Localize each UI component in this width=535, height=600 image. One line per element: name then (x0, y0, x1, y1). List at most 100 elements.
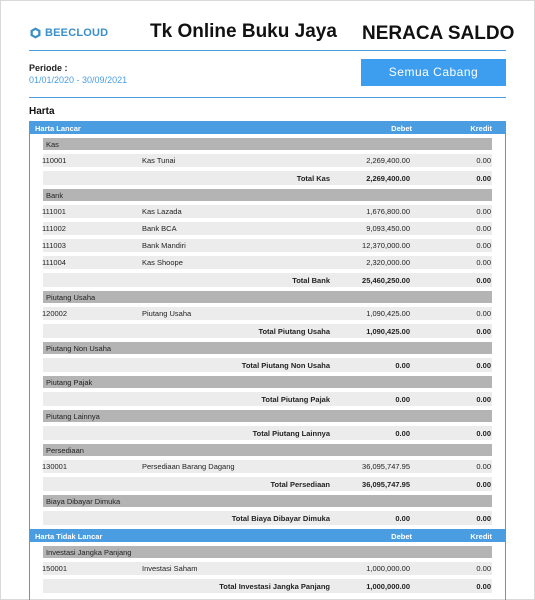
kredit-value: 0.00 (476, 224, 491, 233)
debet-value: 2,320,000.00 (366, 258, 410, 267)
kredit-value: 0.00 (476, 156, 491, 165)
total-debet-value: 25,460,250.00 (362, 276, 410, 285)
group-label: Piutang Usaha (46, 293, 96, 302)
account-group-row: Kas (43, 138, 492, 150)
account-name: Kas Shoope (142, 258, 183, 267)
account-name: Kas Lazada (142, 207, 182, 216)
group-label: Piutang Pajak (46, 378, 93, 387)
debet-value: 1,000,000.00 (366, 564, 410, 573)
total-label: Total Investasi Jangka Panjang (219, 582, 330, 591)
group-total-row: Total Biaya Dibayar Dimuka 0.00 0.00 (43, 511, 492, 525)
total-kredit-value: 0.00 (476, 582, 491, 591)
kredit-value: 0.00 (476, 207, 491, 216)
account-code: 111001 (42, 207, 66, 216)
account-code: 111003 (42, 241, 66, 250)
total-kredit-value: 0.00 (476, 514, 491, 523)
account-code: 120002 (42, 309, 68, 318)
kredit-column-header: Kredit (470, 124, 492, 133)
category-header-row: Harta Tidak Lancar Debet Kredit (30, 529, 505, 542)
total-debet-value: 0.00 (395, 361, 410, 370)
report-header: BEECLOUD Tk Online Buku Jaya NERACA SALD… (0, 0, 535, 100)
category-header-row: Harta Lancar Debet Kredit (30, 121, 505, 134)
total-label: Total Piutang Non Usaha (241, 361, 330, 370)
group-total-row: Total Piutang Lainnya 0.00 0.00 (43, 426, 492, 440)
account-group-row: Persediaan (43, 444, 492, 456)
account-name: Piutang Usaha (142, 309, 192, 318)
kredit-value: 0.00 (476, 462, 491, 471)
total-debet-value: 0.00 (395, 514, 410, 523)
group-label: Piutang Lainnya (46, 412, 100, 421)
account-name: Bank BCA (142, 224, 177, 233)
account-row: 150001 Investasi Saham 1,000,000.00 0.00 (42, 562, 492, 575)
logo-text: BEECLOUD (45, 27, 109, 39)
group-total-row: Total Investasi Jangka Panjang 1,000,000.… (43, 579, 492, 593)
total-label: Total Biaya Dibayar Dimuka (231, 514, 330, 523)
total-kredit-value: 0.00 (476, 361, 491, 370)
total-kredit-value: 0.00 (476, 327, 491, 336)
logo: BEECLOUD (30, 27, 108, 39)
total-kredit-value: 0.00 (476, 480, 491, 489)
periode-value: 01/01/2020 - 30/09/2021 (29, 75, 128, 85)
group-label: Biaya Dibayar Dimuka (46, 497, 121, 506)
group-label: Kas (46, 140, 59, 149)
debet-value: 1,676,800.00 (366, 207, 410, 216)
account-code: 130001 (42, 462, 68, 471)
branch-select-button[interactable]: Semua Cabang (361, 59, 506, 86)
account-group-row: Piutang Pajak (43, 376, 492, 388)
total-debet-value: 1,090,425.00 (366, 327, 410, 336)
category-label: Harta Lancar (35, 124, 81, 133)
account-row: 130001 Persediaan Barang Dagang 36,095,747… (42, 460, 492, 473)
debet-value: 1,090,425.00 (366, 309, 410, 318)
total-kredit-value: 0.00 (476, 276, 491, 285)
category-label: Harta Tidak Lancar (35, 532, 103, 541)
account-row: 111004 Kas Shoope 2,320,000.00 0.00 (42, 256, 492, 269)
trial-balance-table: Harta Lancar Debet Kredit Kas 110001 Kas Tuna… (29, 121, 506, 600)
group-label: Investasi Jangka Panjang (46, 548, 132, 557)
group-total-row: Total Kas 2,269,400.00 0.00 (43, 171, 492, 185)
total-debet-value: 2,269,400.00 (366, 174, 410, 183)
debet-column-header: Debet (391, 532, 412, 541)
account-code: 111004 (42, 258, 66, 267)
debet-value: 12,370,000.00 (362, 241, 410, 250)
group-label: Piutang Non Usaha (46, 344, 112, 353)
beecloud-hexagon-icon (30, 27, 41, 39)
total-debet-value: 36,095,747.95 (362, 480, 410, 489)
section-title: Harta (29, 106, 55, 117)
account-code: 110001 (42, 156, 67, 165)
total-debet-value: 0.00 (395, 429, 410, 438)
total-label: Total Piutang Pajak (261, 395, 330, 404)
group-total-row: Total Piutang Usaha 1,090,425.00 0.00 (43, 324, 492, 338)
group-label: Bank (46, 191, 64, 200)
account-code: 150001 (42, 564, 68, 573)
debet-value: 36,095,747.95 (362, 462, 410, 471)
company-name: Tk Online Buku Jaya (150, 21, 337, 42)
group-total-row: Total Piutang Non Usaha 0.00 0.00 (43, 358, 492, 372)
account-group-row: Investasi Jangka Panjang (43, 546, 492, 558)
group-label: Persediaan (46, 446, 84, 455)
kredit-value: 0.00 (476, 309, 491, 318)
total-label: Total Piutang Usaha (258, 327, 330, 336)
account-group-row: Piutang Usaha (43, 291, 492, 303)
header-bottom-divider (29, 97, 506, 98)
account-row: 110001 Kas Tunai 2,269,400.00 0.00 (42, 154, 492, 167)
total-label: Total Persediaan (270, 480, 330, 489)
kredit-value: 0.00 (476, 258, 491, 267)
header-divider (29, 50, 506, 51)
total-label: Total Piutang Lainnya (252, 429, 330, 438)
account-code: 111002 (42, 224, 66, 233)
account-group-row: Biaya Dibayar Dimuka (43, 495, 492, 507)
report-title: NERACA SALDO (362, 23, 515, 44)
group-total-row: Total Piutang Pajak 0.00 0.00 (43, 392, 492, 406)
account-name: Kas Tunai (142, 156, 176, 165)
kredit-value: 0.00 (476, 564, 491, 573)
group-total-row: Total Bank 25,460,250.00 0.00 (43, 273, 492, 287)
account-group-row: Piutang Non Usaha (43, 342, 492, 354)
total-label: Total Bank (292, 276, 330, 285)
debet-value: 9,093,450.00 (366, 224, 410, 233)
debet-value: 2,269,400.00 (366, 156, 410, 165)
account-row: 111002 Bank BCA 9,093,450.00 0.00 (42, 222, 492, 235)
periode-label: Periode : (29, 63, 68, 73)
debet-column-header: Debet (391, 124, 412, 133)
account-group-row: Piutang Lainnya (43, 410, 492, 422)
total-debet-value: 1,000,000.00 (366, 582, 410, 591)
